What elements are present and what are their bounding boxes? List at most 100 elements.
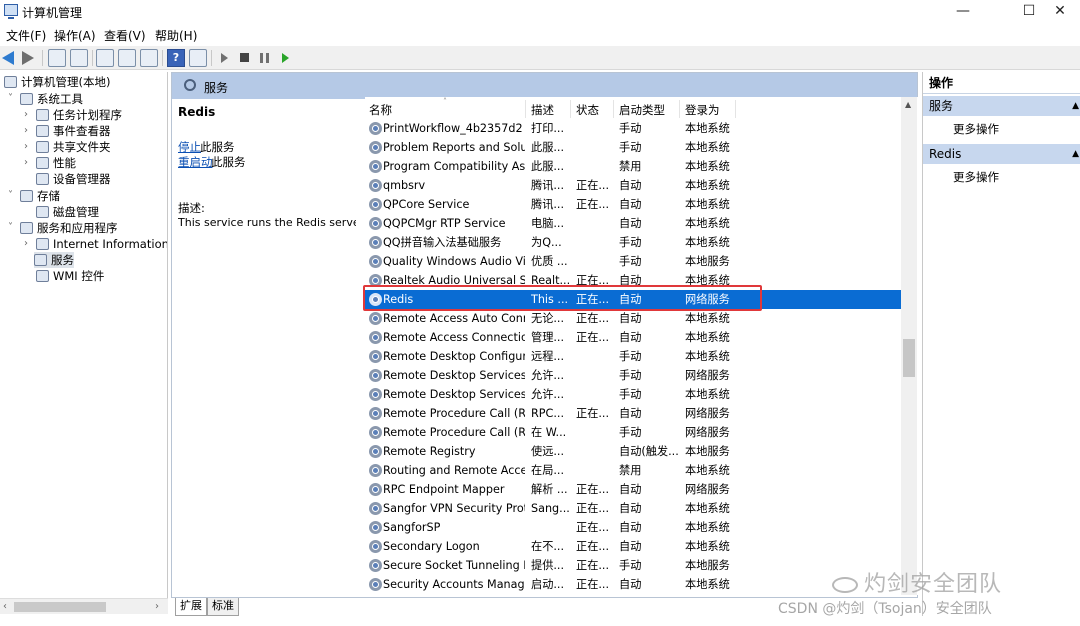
restart-service-icon[interactable]	[282, 53, 289, 63]
table-row[interactable]: Secondary Logon 在不... 正在... 自动 本地系统	[365, 537, 905, 556]
refresh-icon[interactable]	[118, 49, 136, 67]
actions-group-redis[interactable]: Redis ▲	[923, 144, 1080, 164]
collapse-arrow-icon[interactable]: ▲	[1072, 96, 1079, 116]
tree-item-label: Internet Information Se	[53, 237, 168, 251]
scroll-left-icon[interactable]: ‹	[3, 599, 7, 615]
table-row[interactable]: Quality Windows Audio Vi... 优质 ... 手动 本地服务	[365, 252, 905, 271]
tree-item-disk-management[interactable]: 磁盘管理	[36, 204, 99, 220]
table-row[interactable]: Secure Socket Tunneling P... 提供... 正在... 手动…	[365, 556, 905, 575]
table-row[interactable]: QQ拼音输入法基础服务 为Q... 手动 本地系统	[365, 233, 905, 252]
expand-arrow-icon[interactable]: ›	[24, 139, 28, 155]
column-divider[interactable]	[525, 100, 526, 118]
cell-log-on-as: 本地系统	[685, 350, 730, 363]
table-row[interactable]: Remote Access Auto Conn... 无论... 正在... 自动 本地…	[365, 309, 905, 328]
tree-item-root[interactable]: 计算机管理(本地)	[4, 74, 110, 90]
tree-item-storage[interactable]: ˅ 存储	[8, 188, 60, 204]
pause-service-icon[interactable]	[260, 53, 269, 63]
table-row[interactable]: Sangfor VPN Security Prot... Sang... 正在...…	[365, 499, 905, 518]
services-pane-title: 服务	[204, 81, 229, 95]
table-row[interactable]: Routing and Remote Access 在局... 禁用 本地系统	[365, 461, 905, 480]
column-header-log-on-as[interactable]: 登录为	[685, 102, 720, 118]
tree-item-shared-folders[interactable]: › 共享文件夹	[24, 139, 111, 155]
stop-service-icon[interactable]	[240, 53, 249, 62]
table-row[interactable]: Remote Desktop Services 允许... 手动 网络服务	[365, 366, 905, 385]
table-row[interactable]: Program Compatibility Assi... 此服... 禁用 本地系统	[365, 157, 905, 176]
tab-standard[interactable]: 标准	[207, 598, 239, 616]
menu-action[interactable]: 操作(A)	[54, 27, 96, 44]
tree-item-services[interactable]: 服务	[34, 252, 74, 268]
table-row[interactable]: QPCore Service 腾讯... 正在... 自动 本地系统	[365, 195, 905, 214]
start-service-icon[interactable]	[221, 53, 228, 63]
export-list-icon[interactable]	[140, 49, 158, 67]
up-folder-icon[interactable]	[48, 49, 66, 67]
more-actions-redis[interactable]: 更多操作	[953, 169, 999, 185]
cell-name: Sangfor VPN Security Prot...	[383, 502, 525, 515]
table-row[interactable]: Realtek Audio Universal Se... Realt... 正在.…	[365, 271, 905, 290]
column-header-status[interactable]: 状态	[576, 102, 599, 118]
table-row[interactable]: qmbsrv 腾讯... 正在... 自动 本地系统	[365, 176, 905, 195]
column-divider[interactable]	[735, 100, 736, 118]
menu-help[interactable]: 帮助(H)	[155, 27, 197, 44]
menu-view[interactable]: 查看(V)	[104, 27, 146, 44]
table-row[interactable]: SangforSP 正在... 自动 本地系统	[365, 518, 905, 537]
table-row[interactable]: Remote Desktop Services ... 允许... 手动 本地系统	[365, 385, 905, 404]
tree-item-services-apps[interactable]: ˅ 服务和应用程序	[8, 220, 118, 236]
expand-arrow-icon[interactable]: ›	[24, 123, 28, 139]
scroll-up-icon[interactable]: ▲	[905, 100, 911, 109]
help-icon[interactable]: ?	[167, 49, 185, 67]
forward-arrow-icon[interactable]	[22, 51, 34, 65]
show-hide-console-tree-icon[interactable]	[70, 49, 88, 67]
tree-item-iis[interactable]: › Internet Information Se	[24, 236, 168, 252]
cell-description: 解析 ...	[531, 483, 568, 496]
table-row[interactable]: Remote Procedure Call (R... 在 W... 手动 网络服务	[365, 423, 905, 442]
expand-arrow-icon[interactable]: ›	[24, 107, 28, 123]
expand-arrow-icon[interactable]: ˅	[8, 188, 13, 204]
expand-arrow-icon[interactable]: ˅	[8, 91, 13, 107]
minimize-button[interactable]: —	[940, 0, 986, 24]
list-vertical-scrollbar[interactable]: ▲	[901, 97, 917, 595]
scroll-thumb[interactable]	[903, 339, 915, 377]
scroll-thumb[interactable]	[14, 602, 106, 612]
tree-item-device-manager[interactable]: 设备管理器	[36, 171, 111, 187]
table-row[interactable]: Problem Reports and Solut... 此服... 手动 本地系统	[365, 138, 905, 157]
stop-service-link[interactable]: 停止	[178, 139, 201, 155]
column-header-description[interactable]: 描述	[531, 102, 554, 118]
expand-arrow-icon[interactable]: ˅	[8, 220, 13, 236]
column-divider[interactable]	[570, 100, 571, 118]
expand-arrow-icon[interactable]: ›	[24, 236, 28, 252]
tree-item-wmi[interactable]: WMI 控件	[36, 268, 104, 284]
column-header-name[interactable]: 名称	[369, 102, 392, 118]
column-header-startup-type[interactable]: 启动类型	[619, 102, 665, 118]
expand-arrow-icon[interactable]: ›	[24, 155, 28, 171]
table-row[interactable]: Remote Desktop Configur... 远程... 手动 本地系统	[365, 347, 905, 366]
cell-name: QQPCMgr RTP Service	[383, 217, 506, 230]
table-row[interactable]: Remote Procedure Call (R... RPC... 正在... 自动…	[365, 404, 905, 423]
tree-item-performance[interactable]: › 性能	[24, 155, 76, 171]
show-action-pane-icon[interactable]	[189, 49, 207, 67]
table-row[interactable]: RPC Endpoint Mapper 解析 ... 正在... 自动 网络服务	[365, 480, 905, 499]
tree-horizontal-scrollbar[interactable]: ‹ ›	[0, 598, 168, 614]
more-actions-services[interactable]: 更多操作	[953, 121, 999, 137]
menu-file[interactable]: 文件(F)	[6, 27, 46, 44]
table-row[interactable]: Remote Registry 使远... 自动(触发... 本地服务	[365, 442, 905, 461]
column-divider[interactable]	[613, 100, 614, 118]
tree-item-event-viewer[interactable]: › 事件查看器	[24, 123, 111, 139]
restart-service-link[interactable]: 重启动	[178, 154, 213, 170]
tree-item-system-tools[interactable]: ˅ 系统工具	[8, 91, 83, 107]
table-row[interactable]: PrintWorkflow_4b2357d2 打印... 手动 本地系统	[365, 119, 905, 138]
tab-extended[interactable]: 扩展	[175, 598, 207, 616]
scroll-right-icon[interactable]: ›	[155, 599, 159, 615]
tree-item-label: 任务计划程序	[53, 108, 122, 122]
actions-group-services[interactable]: 服务 ▲	[923, 96, 1080, 116]
event-viewer-icon	[36, 125, 49, 137]
tree-item-task-scheduler[interactable]: › 任务计划程序	[24, 107, 122, 123]
collapse-arrow-icon[interactable]: ▲	[1072, 144, 1079, 164]
properties-icon[interactable]	[96, 49, 114, 67]
table-row-selected[interactable]: Redis This ... 正在... 自动 网络服务	[365, 290, 905, 309]
table-row[interactable]: Remote Access Connectio... 管理... 正在... 自动 本地…	[365, 328, 905, 347]
back-arrow-icon[interactable]	[2, 51, 14, 65]
close-button[interactable]: ✕	[1040, 0, 1080, 24]
column-divider[interactable]	[679, 100, 680, 118]
table-row[interactable]: Security Accounts Manager 启动... 正在... 自动 本地系…	[365, 575, 905, 594]
table-row[interactable]: QQPCMgr RTP Service 电脑... 自动 本地系统	[365, 214, 905, 233]
